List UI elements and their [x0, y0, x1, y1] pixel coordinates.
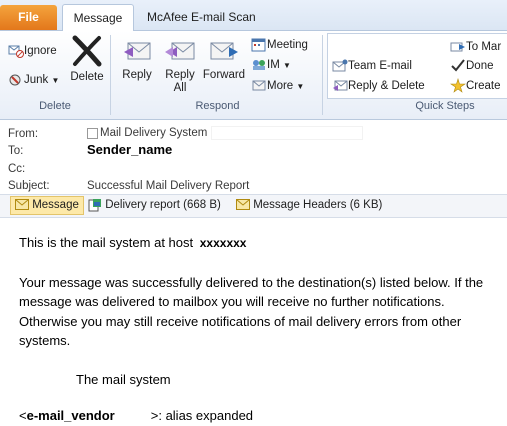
done-checkmark-icon [451, 59, 465, 72]
delete-button[interactable]: Delete [68, 35, 106, 84]
attachment-message-headers-label: Message Headers (6 KB) [253, 199, 383, 211]
to-value[interactable]: Sender_name [87, 142, 172, 157]
delete-x-icon [72, 35, 102, 67]
more-label: More [267, 80, 294, 92]
ribbon-separator [110, 35, 111, 115]
subject-label: Subject: [8, 180, 50, 192]
ribbon: Ignore Junk ▼ Delete Delete Reply Reply … [0, 31, 507, 120]
respond-group-label: Respond [195, 100, 240, 112]
more-button[interactable]: More ▼ [251, 77, 304, 95]
im-icon [253, 60, 265, 71]
cc-label: Cc: [8, 163, 26, 175]
attachment-delivery-report-label: Delivery report (668 B) [105, 199, 221, 211]
subject-value: Successful Mail Delivery Report [87, 180, 250, 192]
reply-all-button[interactable]: Reply All [160, 37, 200, 95]
message-body: This is the mail system at host xxxxxxx … [19, 233, 499, 426]
reply-all-label-line2: All [173, 82, 187, 94]
tab-mcafee-email-scan[interactable]: McAfee E-mail Scan [147, 5, 256, 30]
body-host-name: xxxxxxx [199, 236, 247, 250]
team-email-label: Team E-mail [348, 60, 412, 72]
forward-label: Forward [202, 69, 246, 81]
im-button[interactable]: IM ▼ [251, 56, 291, 74]
team-email-icon [332, 59, 348, 72]
ignore-label: Ignore [24, 45, 57, 57]
attachment-delivery-report[interactable]: Delivery report (668 B) [88, 197, 221, 214]
reply-all-label-line1: Reply [165, 69, 195, 81]
meeting-button[interactable]: Meeting [251, 36, 308, 54]
tab-message[interactable]: Message [62, 4, 134, 32]
delivery-report-icon [88, 198, 101, 212]
delete-label: Delete [70, 71, 104, 83]
reply-delete-label: Reply & Delete [348, 80, 425, 92]
to-manager-label: To Mar [466, 41, 502, 53]
reply-delete-icon [333, 80, 348, 92]
delete-group-label: Delete [39, 100, 71, 112]
quick-step-to-manager[interactable]: To Mar [450, 38, 501, 56]
done-label: Done [466, 60, 494, 72]
envelope-icon [236, 199, 250, 211]
attachment-message-headers[interactable]: Message Headers (6 KB) [236, 197, 382, 214]
im-dropdown-arrow-icon: ▼ [282, 61, 291, 70]
attachment-bar: Message Delivery report (668 B) Message … [0, 194, 507, 218]
body-host-prefix: This is the mail system at host [19, 235, 194, 250]
junk-dropdown-arrow-icon: ▼ [51, 76, 60, 85]
im-label: IM [267, 59, 280, 71]
junk-label: Junk [24, 74, 49, 86]
body-line-host: This is the mail system at host xxxxxxx [19, 233, 499, 254]
quick-step-team-email[interactable]: Team E-mail [332, 57, 412, 75]
message-header: From: Mail Delivery System To: Sender_na… [0, 120, 507, 194]
forward-icon [210, 42, 238, 60]
junk-icon [9, 74, 21, 86]
from-label: From: [8, 128, 39, 140]
from-sender-name: Mail Delivery System [100, 127, 208, 140]
reply-button[interactable]: Reply [118, 37, 156, 82]
forward-button[interactable]: Forward [202, 37, 246, 82]
to-label: To: [8, 145, 24, 157]
ignore-button[interactable]: Ignore [8, 42, 57, 60]
from-value[interactable]: Mail Delivery System [87, 126, 363, 140]
sender-photo-placeholder-icon [87, 127, 98, 139]
to-manager-icon [450, 42, 465, 52]
junk-button[interactable]: Junk ▼ [8, 71, 59, 89]
ribbon-separator [322, 35, 323, 115]
recipient-suffix: >: alias expanded [150, 408, 254, 423]
tab-file[interactable]: File [0, 5, 57, 30]
quick-step-reply-delete[interactable]: Reply & Delete [332, 77, 425, 95]
quick-step-done[interactable]: Done [450, 57, 494, 75]
meeting-calendar-icon [251, 38, 266, 52]
body-signature: The mail system [76, 371, 171, 387]
more-dropdown-arrow-icon: ▼ [296, 82, 305, 91]
quick-step-create[interactable]: Create [450, 77, 501, 95]
meeting-label: Meeting [267, 39, 308, 51]
reply-icon [124, 42, 151, 60]
body-paragraph: Your message was successfully delivered … [19, 274, 484, 349]
ignore-icon [8, 45, 24, 58]
create-new-icon [450, 78, 466, 94]
body-recipient-line: <e-mail_vendor >: alias expanded [19, 406, 499, 426]
more-respond-icon [252, 80, 266, 91]
create-label: Create [466, 80, 501, 92]
reply-all-icon [165, 42, 195, 60]
quick-steps-group-label: Quick Steps [415, 100, 475, 112]
recipient-open-bracket: < [19, 408, 27, 423]
envelope-icon [15, 199, 29, 211]
redacted-sender-address [210, 126, 363, 140]
attachment-message-label: Message [32, 199, 79, 211]
reply-label: Reply [122, 69, 152, 81]
attachment-message[interactable]: Message [10, 196, 84, 215]
recipient-address: e-mail_vendor [26, 408, 115, 423]
